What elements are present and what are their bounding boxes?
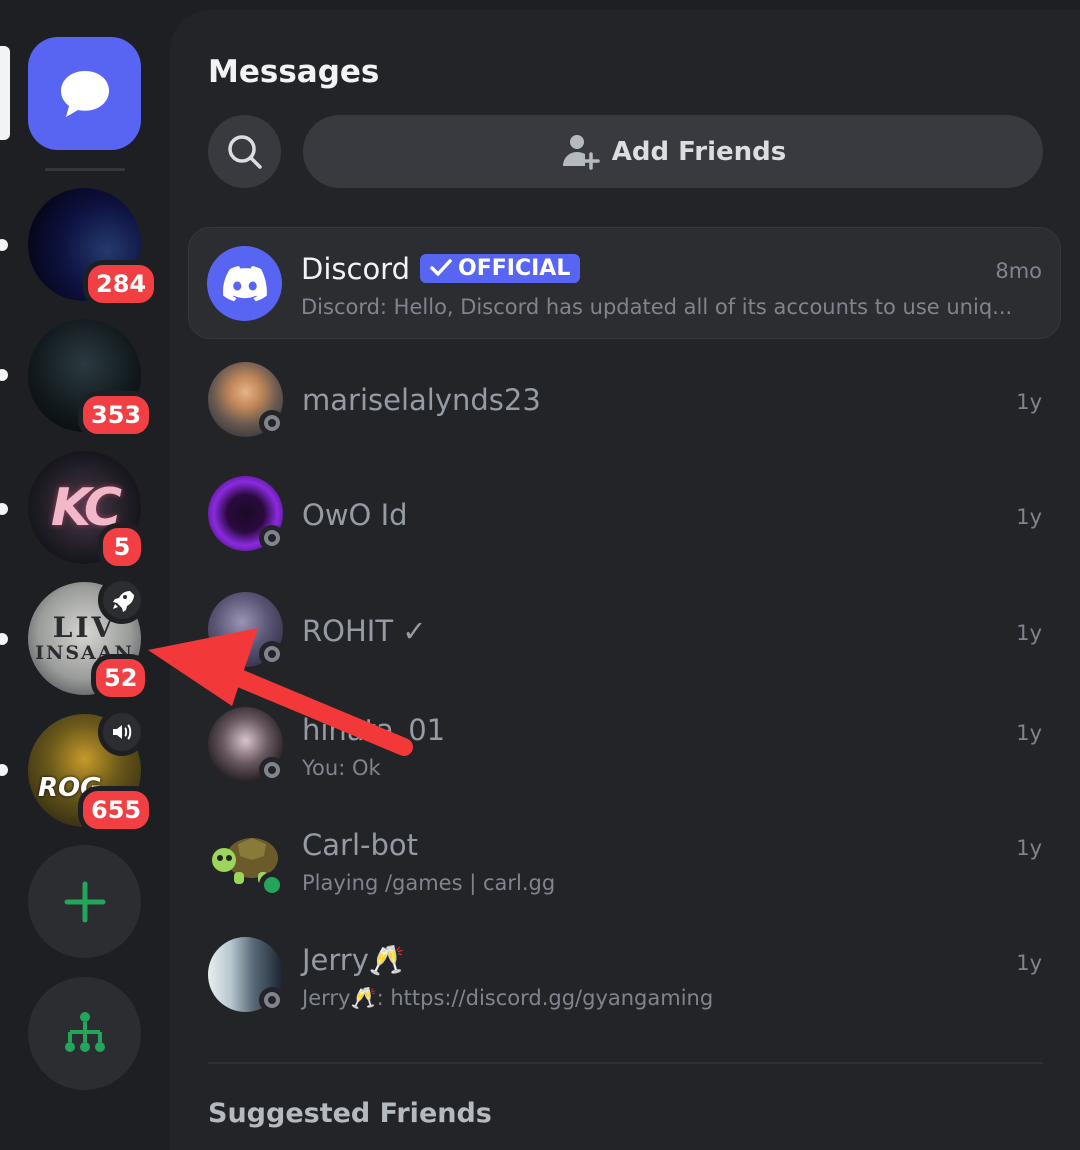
discover-servers-button[interactable] — [28, 977, 141, 1090]
boost-rocket-icon — [98, 576, 146, 624]
server-icon-livinsaan[interactable]: LIV INSAAN 52 — [28, 576, 151, 702]
offline-status-icon — [259, 525, 285, 551]
checkmark-icon — [430, 259, 452, 276]
rail-separator — [45, 168, 125, 171]
dm-name: ROHIT ✓ — [302, 614, 427, 648]
mention-badge: 284 — [83, 260, 160, 308]
dm-name: hinata_01 — [302, 713, 446, 747]
mention-badge: 353 — [78, 391, 155, 439]
messages-panel: Messages Add Friends Discord OFFICIAL Dis… — [170, 10, 1080, 1150]
section-divider — [208, 1062, 1043, 1064]
discord-logo-avatar — [207, 246, 282, 321]
page-title: Messages — [208, 54, 380, 90]
add-friend-icon — [562, 134, 600, 170]
dm-timestamp: 1y — [1016, 390, 1042, 414]
offline-status-icon — [259, 641, 285, 667]
dm-row-discord[interactable]: Discord OFFICIAL Discord: Hello, Discord … — [188, 227, 1061, 339]
dm-name: Discord OFFICIAL — [301, 252, 581, 286]
unread-indicator — [0, 633, 8, 645]
dm-row-rohit[interactable]: ROHIT ✓ 1y — [190, 578, 1060, 688]
unread-indicator — [0, 503, 8, 515]
add-friends-button[interactable]: Add Friends — [303, 115, 1043, 188]
dm-timestamp: 8mo — [995, 259, 1042, 283]
dm-row-owo-id[interactable]: OwO Id 1y — [190, 462, 1060, 572]
unread-indicator — [0, 369, 8, 381]
dm-name: mariselalynds23 — [302, 383, 541, 417]
server-rail: 284 353 KC 5 LIV INSAAN 52 ROG 655 — [0, 0, 170, 1150]
dm-name: Jerry🥂 — [302, 943, 406, 977]
offline-status-icon — [259, 410, 285, 436]
selected-indicator — [0, 46, 10, 140]
official-badge-label: OFFICIAL — [458, 255, 571, 281]
official-badge: OFFICIAL — [420, 253, 581, 283]
dm-timestamp: 1y — [1016, 621, 1042, 645]
unread-indicator — [0, 764, 8, 776]
search-button[interactable] — [208, 115, 281, 188]
dm-name: Carl-bot — [302, 828, 418, 862]
dm-preview: Jerry🥂: https://discord.gg/gyangaming — [302, 986, 714, 1010]
search-icon — [227, 134, 262, 169]
dm-row-jerry[interactable]: Jerry🥂 Jerry🥂: https://discord.gg/gyanga… — [190, 925, 1060, 1035]
dm-timestamp: 1y — [1016, 951, 1042, 975]
offline-status-icon — [259, 757, 285, 783]
online-status-icon — [259, 872, 285, 898]
mention-badge: 5 — [98, 523, 146, 571]
dm-row-carl-bot[interactable]: Carl-bot Playing /games | carl.gg 1y — [190, 810, 1060, 920]
add-server-button[interactable] — [28, 845, 141, 958]
dm-timestamp: 1y — [1016, 721, 1042, 745]
mention-badge: 655 — [78, 786, 155, 834]
direct-messages-button[interactable] — [28, 37, 141, 150]
dm-timestamp: 1y — [1016, 505, 1042, 529]
suggested-friends-heading: Suggested Friends — [208, 1098, 492, 1129]
server-icon-1[interactable]: 284 — [28, 188, 160, 308]
dm-preview: Playing /games | carl.gg — [302, 871, 556, 895]
dm-name: OwO Id — [302, 498, 408, 532]
dm-name-text: Discord — [301, 252, 411, 286]
dm-preview: Discord: Hello, Discord has updated all … — [301, 295, 1013, 319]
dm-row-mariselalynds23[interactable]: mariselalynds23 1y — [190, 347, 1060, 457]
mention-badge: 52 — [91, 654, 151, 702]
unread-indicator — [0, 239, 8, 251]
speaker-icon — [98, 708, 146, 756]
discord-logo-icon — [222, 265, 267, 301]
dm-timestamp: 1y — [1016, 836, 1042, 860]
add-friends-label: Add Friends — [611, 136, 787, 167]
server-icon-2[interactable]: 353 — [28, 319, 155, 439]
offline-status-icon — [259, 987, 285, 1013]
server-icon-kc[interactable]: KC 5 — [28, 451, 146, 571]
plus-icon — [64, 881, 105, 922]
chat-bubble-icon — [60, 70, 109, 117]
server-icon-rog[interactable]: ROG 655 — [28, 708, 155, 834]
hub-tree-icon — [64, 1011, 105, 1052]
dm-row-hinata[interactable]: hinata_01 You: Ok 1y — [190, 695, 1060, 805]
dm-preview: You: Ok — [302, 756, 381, 780]
